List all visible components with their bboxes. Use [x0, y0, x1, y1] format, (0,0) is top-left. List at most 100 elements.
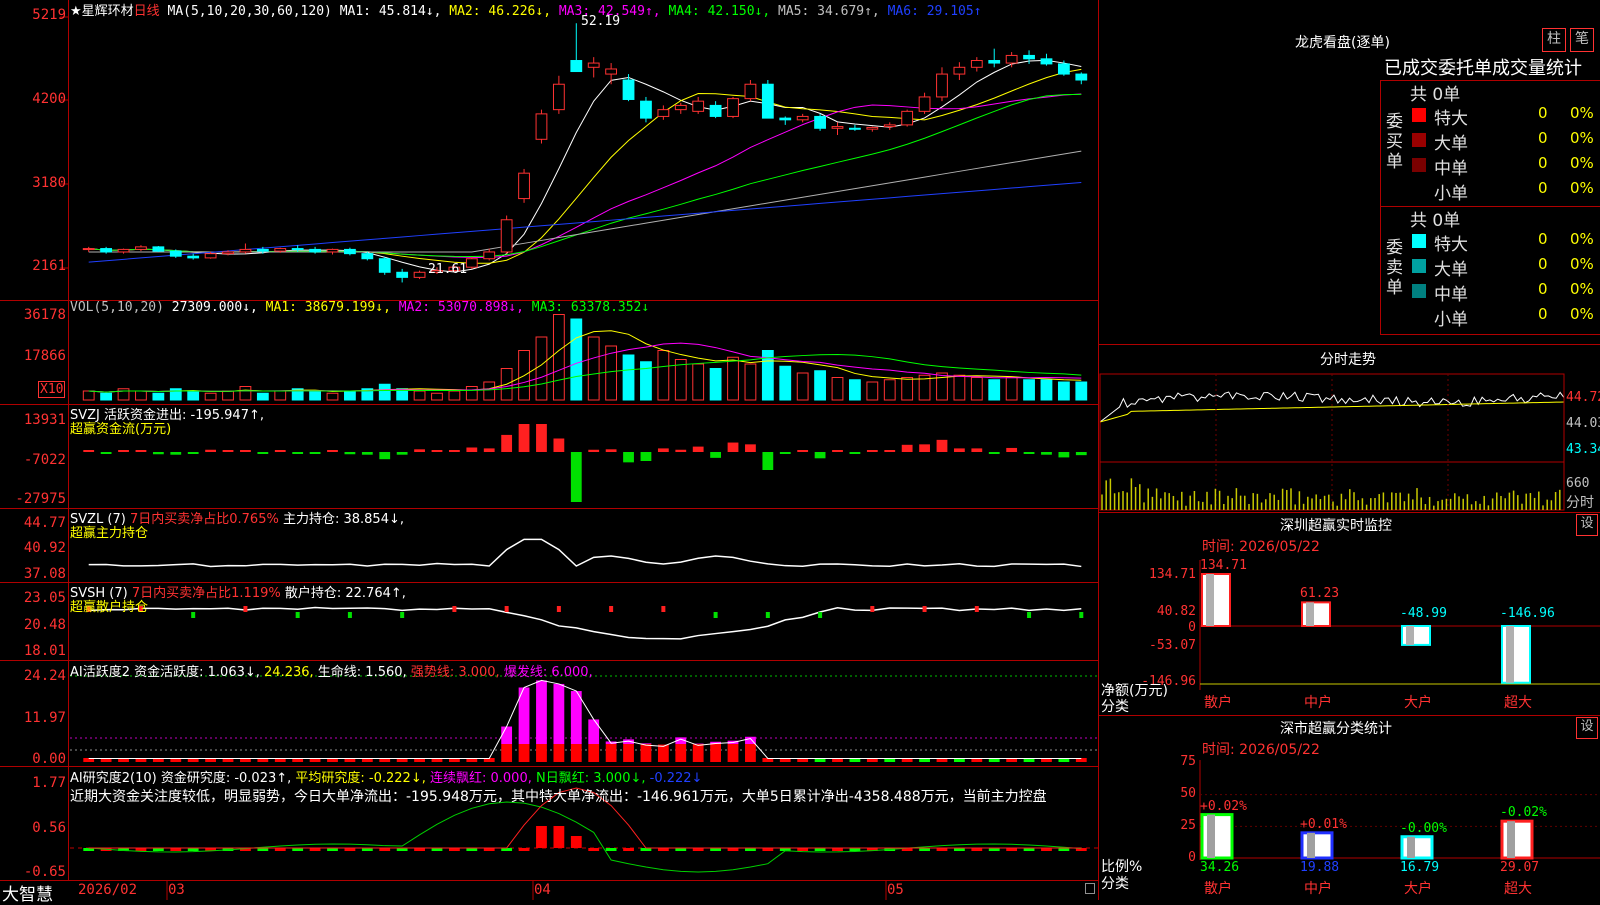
- bar-mode-button[interactable]: 柱: [1542, 28, 1566, 52]
- monitor-value-label: -146.96: [1500, 606, 1555, 621]
- candle-body: [484, 252, 495, 259]
- candle-body: [989, 61, 1000, 64]
- ma60-line: [89, 151, 1082, 252]
- order-percent: 0%: [1570, 154, 1594, 172]
- air-axis-2: 0.56: [0, 820, 66, 836]
- flow-bar: [588, 450, 599, 452]
- pen-mode-button[interactable]: 笔: [1570, 28, 1594, 52]
- monitor-bar-shade: [1206, 574, 1214, 626]
- flow-bar: [1058, 452, 1069, 457]
- flow-bar: [466, 448, 477, 453]
- candle-body: [971, 61, 982, 68]
- class-bar: [1202, 815, 1232, 858]
- sz-monitor-settings-button[interactable]: 设: [1576, 514, 1598, 536]
- monitor-category-label: 超大: [1504, 692, 1532, 712]
- sz-monitor-cat-label: 分类: [1101, 696, 1129, 716]
- volume-bar: [275, 391, 286, 400]
- candle-body: [832, 127, 843, 129]
- class-change-label: -0.00%: [1400, 821, 1447, 836]
- vol-value: 27309.000↓,: [172, 300, 258, 315]
- candle-body: [519, 173, 530, 198]
- flow-bar: [205, 450, 216, 452]
- flow-bar: [797, 450, 808, 452]
- research-bar: [588, 848, 599, 851]
- class-bar-shade: [1307, 833, 1315, 858]
- volume-bar: [588, 337, 599, 400]
- activity-base-bar: [623, 744, 634, 762]
- order-color-swatch: [1412, 284, 1426, 298]
- svsh-axis-1: 23.05: [0, 590, 66, 606]
- vol-unit[interactable]: X10: [38, 381, 65, 398]
- flow-bar: [1041, 452, 1052, 455]
- flow-bar: [379, 452, 390, 459]
- order-type-label: 大单: [1434, 129, 1468, 154]
- order-percent: 0%: [1570, 305, 1594, 323]
- svzl-axis-3: 37.08: [0, 566, 66, 582]
- vol-axis-1: 36178: [0, 307, 66, 323]
- sell-total: 共 0单: [1410, 206, 1460, 231]
- volume-bar: [971, 378, 982, 401]
- candle-body: [937, 74, 948, 97]
- candle-body: [850, 128, 861, 129]
- class-value-label: 16.79: [1400, 860, 1439, 875]
- class-value-label: 34.26: [1200, 860, 1239, 875]
- activity-base-bar: [519, 744, 530, 762]
- svzj-axis-1: 13931: [0, 412, 66, 428]
- flow-bar: [937, 440, 948, 452]
- retail-tick: [1079, 612, 1083, 618]
- svsh-ratio: 7日内买卖净占比1.119%: [132, 586, 281, 601]
- monitor-value-label: -48.99: [1400, 606, 1447, 621]
- price-axis-2: 4200: [0, 91, 66, 107]
- volume-bar: [867, 382, 878, 400]
- order-percent: 0%: [1570, 104, 1594, 122]
- ai2-axis-3: 0.00: [0, 751, 66, 767]
- candle-body: [1058, 64, 1069, 74]
- volume-bar: [553, 315, 564, 401]
- brand-logo[interactable]: 大智慧: [2, 880, 53, 905]
- lock-icon[interactable]: [1085, 883, 1095, 894]
- activity-bar: [588, 719, 599, 744]
- monitor-bar-shade: [1506, 626, 1514, 683]
- stock-name[interactable]: ★星辉环材: [70, 4, 134, 19]
- volume-bar: [693, 364, 704, 400]
- ai2-life: 生命线: 1.560,: [318, 665, 407, 680]
- volume-bar: [379, 384, 390, 400]
- activity-base-bar: [641, 744, 652, 762]
- svzl-axis-2: 40.92: [0, 540, 66, 556]
- volume-bar: [571, 319, 582, 400]
- ma1-value: MA1: 45.814↓,: [340, 4, 442, 19]
- candle-body: [1024, 55, 1035, 58]
- retail-tick: [1027, 612, 1031, 618]
- ma4-value: MA4: 42.150↓,: [668, 4, 770, 19]
- order-color-swatch: [1412, 234, 1426, 248]
- candle-body: [780, 118, 791, 120]
- volume-bar: [745, 364, 756, 400]
- candle-body: [101, 249, 112, 252]
- candle-body: [553, 84, 564, 109]
- volume-bar: [188, 391, 199, 400]
- ma5-line: [89, 60, 1082, 272]
- flow-bar: [484, 448, 495, 452]
- volume-bar: [850, 380, 861, 400]
- intraday-vol-top: 660: [1566, 476, 1589, 491]
- flow-bar: [414, 449, 425, 452]
- volume-bar: [884, 380, 895, 400]
- price-axis-4: 2161: [0, 258, 66, 274]
- monitor-category-label: 中户: [1304, 692, 1332, 712]
- candle-body: [310, 249, 321, 252]
- vol-ma10-line: [89, 343, 1082, 392]
- volume-bar: [118, 389, 129, 400]
- candle-body: [136, 247, 147, 250]
- period-label[interactable]: 日线: [134, 4, 160, 19]
- retail-tick: [923, 606, 927, 612]
- sz-monitor-axis-4: -53.07: [1130, 638, 1196, 653]
- flow-bar: [275, 450, 286, 452]
- dragon-tabs[interactable]: 已成交委托单成交量统计: [1384, 54, 1582, 80]
- order-type-label: 特大: [1434, 230, 1468, 255]
- class-category-label: 超大: [1504, 878, 1532, 898]
- buy-label: 委买单: [1386, 112, 1402, 172]
- activity-base-bar: [745, 744, 756, 762]
- retail-tick: [870, 606, 874, 612]
- retail-hold-line: [89, 608, 1082, 639]
- sz-class-settings-button[interactable]: 设: [1576, 717, 1598, 739]
